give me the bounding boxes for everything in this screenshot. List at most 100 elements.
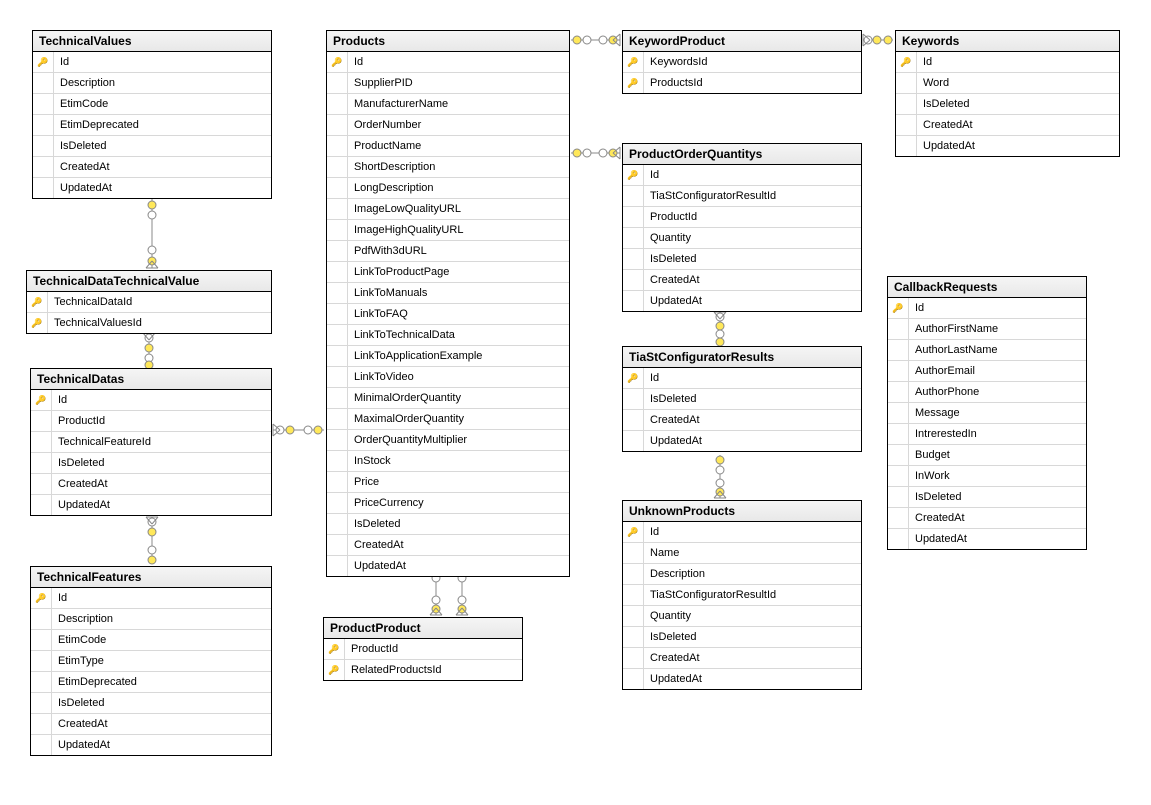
attr-row[interactable]: IsDeleted <box>888 487 1086 508</box>
attr-row[interactable]: 🔑Id <box>31 390 271 411</box>
attr-row[interactable]: 🔑KeywordsId <box>623 52 861 73</box>
attr-row[interactable]: EtimDeprecated <box>31 672 271 693</box>
attr-row[interactable]: TiaStConfiguratorResultId <box>623 186 861 207</box>
attr-row[interactable]: TiaStConfiguratorResultId <box>623 585 861 606</box>
attr-row[interactable]: IsDeleted <box>31 453 271 474</box>
attr-row[interactable]: ProductName <box>327 136 569 157</box>
attr-row[interactable]: UpdatedAt <box>888 529 1086 549</box>
attr-row[interactable]: InStock <box>327 451 569 472</box>
attr-row[interactable]: AuthorEmail <box>888 361 1086 382</box>
attr-row[interactable]: TechnicalFeatureId <box>31 432 271 453</box>
attr-row[interactable]: Description <box>623 564 861 585</box>
attr-row[interactable]: SupplierPID <box>327 73 569 94</box>
attr-row[interactable]: IntrerestedIn <box>888 424 1086 445</box>
entity-TD[interactable]: TechnicalDatas🔑IdProductIdTechnicalFeatu… <box>30 368 272 516</box>
attr-row[interactable]: InWork <box>888 466 1086 487</box>
attr-row[interactable]: LinkToProductPage <box>327 262 569 283</box>
entity-UNK[interactable]: UnknownProducts🔑IdNameDescriptionTiaStCo… <box>622 500 862 690</box>
attr-row[interactable]: CreatedAt <box>327 535 569 556</box>
attr-row[interactable]: IsDeleted <box>327 514 569 535</box>
attr-row[interactable]: AuthorFirstName <box>888 319 1086 340</box>
attr-row[interactable]: UpdatedAt <box>623 291 861 311</box>
attr-row[interactable]: UpdatedAt <box>623 669 861 689</box>
entity-PP[interactable]: ProductProduct🔑ProductId🔑RelatedProducts… <box>323 617 523 681</box>
attr-row[interactable]: UpdatedAt <box>31 735 271 755</box>
attr-row[interactable]: 🔑Id <box>33 52 271 73</box>
attr-row[interactable]: Name <box>623 543 861 564</box>
attr-row[interactable]: IsDeleted <box>33 136 271 157</box>
attr-row[interactable]: 🔑Id <box>623 368 861 389</box>
attr-row[interactable]: 🔑TechnicalDataId <box>27 292 271 313</box>
attr-row[interactable]: 🔑Id <box>31 588 271 609</box>
attr-row[interactable]: Word <box>896 73 1119 94</box>
attr-row[interactable]: ImageHighQualityURL <box>327 220 569 241</box>
attr-row[interactable]: CreatedAt <box>623 648 861 669</box>
entity-CBR[interactable]: CallbackRequests🔑IdAuthorFirstNameAuthor… <box>887 276 1087 550</box>
attr-row[interactable]: IsDeleted <box>623 627 861 648</box>
attr-row[interactable]: Quantity <box>623 228 861 249</box>
attr-row[interactable]: 🔑Id <box>623 522 861 543</box>
attr-row[interactable]: LinkToApplicationExample <box>327 346 569 367</box>
attr-row[interactable]: 🔑Id <box>327 52 569 73</box>
entity-TSCR[interactable]: TiaStConfiguratorResults🔑IdIsDeletedCrea… <box>622 346 862 452</box>
attr-row[interactable]: Price <box>327 472 569 493</box>
attr-row[interactable]: CreatedAt <box>623 270 861 291</box>
attr-row[interactable]: Description <box>31 609 271 630</box>
attr-row[interactable]: 🔑ProductsId <box>623 73 861 93</box>
entity-PR[interactable]: Products🔑IdSupplierPIDManufacturerNameOr… <box>326 30 570 577</box>
attr-row[interactable]: ManufacturerName <box>327 94 569 115</box>
attr-row[interactable]: EtimType <box>31 651 271 672</box>
attr-row[interactable]: ShortDescription <box>327 157 569 178</box>
attr-row[interactable]: IsDeleted <box>623 249 861 270</box>
attr-row[interactable]: 🔑Id <box>623 165 861 186</box>
attr-row[interactable]: ProductId <box>623 207 861 228</box>
entity-TF[interactable]: TechnicalFeatures🔑IdDescriptionEtimCodeE… <box>30 566 272 756</box>
attr-row[interactable]: LinkToVideo <box>327 367 569 388</box>
attr-row[interactable]: UpdatedAt <box>896 136 1119 156</box>
entity-POQ[interactable]: ProductOrderQuantitys🔑IdTiaStConfigurato… <box>622 143 862 312</box>
attr-row[interactable]: LinkToManuals <box>327 283 569 304</box>
entity-TDTV[interactable]: TechnicalDataTechnicalValue🔑TechnicalDat… <box>26 270 272 334</box>
attr-row[interactable]: CreatedAt <box>888 508 1086 529</box>
attr-row[interactable]: CreatedAt <box>623 410 861 431</box>
attr-row[interactable]: EtimDeprecated <box>33 115 271 136</box>
attr-row[interactable]: 🔑RelatedProductsId <box>324 660 522 680</box>
entity-KW[interactable]: Keywords🔑IdWordIsDeletedCreatedAtUpdated… <box>895 30 1120 157</box>
attr-row[interactable]: Quantity <box>623 606 861 627</box>
attr-row[interactable]: EtimCode <box>33 94 271 115</box>
attr-row[interactable]: AuthorPhone <box>888 382 1086 403</box>
attr-row[interactable]: MinimalOrderQuantity <box>327 388 569 409</box>
attr-row[interactable]: OrderNumber <box>327 115 569 136</box>
attr-row[interactable]: EtimCode <box>31 630 271 651</box>
attr-row[interactable]: LinkToFAQ <box>327 304 569 325</box>
attr-row[interactable]: CreatedAt <box>31 714 271 735</box>
attr-row[interactable]: IsDeleted <box>896 94 1119 115</box>
attr-row[interactable]: AuthorLastName <box>888 340 1086 361</box>
attr-row[interactable]: IsDeleted <box>623 389 861 410</box>
attr-row[interactable]: UpdatedAt <box>33 178 271 198</box>
attr-row[interactable]: UpdatedAt <box>31 495 271 515</box>
attr-row[interactable]: IsDeleted <box>31 693 271 714</box>
attr-row[interactable]: MaximalOrderQuantity <box>327 409 569 430</box>
entity-KP[interactable]: KeywordProduct🔑KeywordsId🔑ProductsId <box>622 30 862 94</box>
attr-row[interactable]: LinkToTechnicalData <box>327 325 569 346</box>
attr-row[interactable]: ProductId <box>31 411 271 432</box>
attr-row[interactable]: Message <box>888 403 1086 424</box>
attr-row[interactable]: UpdatedAt <box>623 431 861 451</box>
attr-row[interactable]: PriceCurrency <box>327 493 569 514</box>
attr-row[interactable]: OrderQuantityMultiplier <box>327 430 569 451</box>
attr-row[interactable]: Description <box>33 73 271 94</box>
attr-row[interactable]: CreatedAt <box>896 115 1119 136</box>
attr-row[interactable]: 🔑Id <box>896 52 1119 73</box>
attr-row[interactable]: CreatedAt <box>33 157 271 178</box>
attr-row[interactable]: 🔑ProductId <box>324 639 522 660</box>
attr-row[interactable]: PdfWith3dURL <box>327 241 569 262</box>
attr-row[interactable]: Budget <box>888 445 1086 466</box>
attr-row[interactable]: 🔑TechnicalValuesId <box>27 313 271 333</box>
attr-row[interactable]: LongDescription <box>327 178 569 199</box>
attr-row[interactable]: CreatedAt <box>31 474 271 495</box>
attr-row[interactable]: 🔑Id <box>888 298 1086 319</box>
attr-row[interactable]: UpdatedAt <box>327 556 569 576</box>
attr-row[interactable]: ImageLowQualityURL <box>327 199 569 220</box>
entity-TV[interactable]: TechnicalValues🔑IdDescriptionEtimCodeEti… <box>32 30 272 199</box>
